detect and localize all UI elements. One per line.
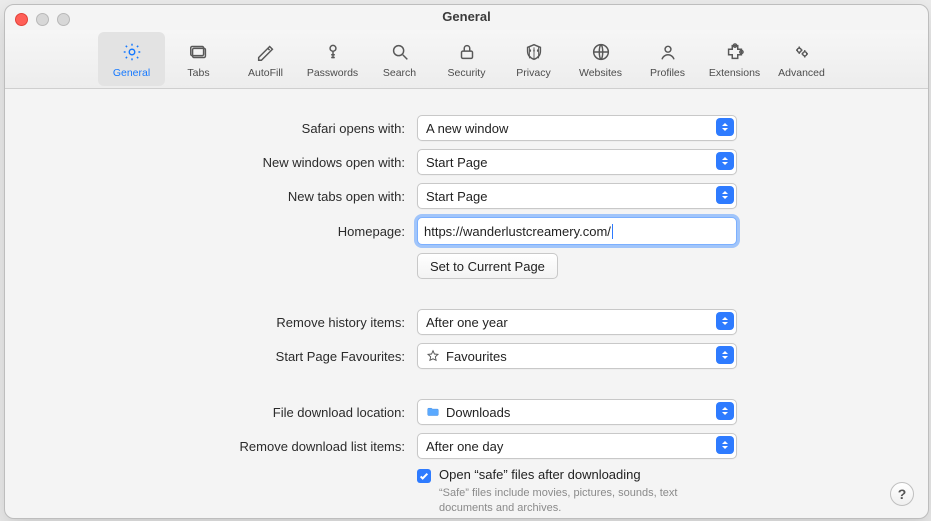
- toolbar-label: Security: [448, 67, 486, 79]
- label-download-location: File download location:: [5, 405, 405, 420]
- toolbar-autofill[interactable]: AutoFill: [232, 32, 299, 86]
- profiles-icon: [655, 39, 681, 65]
- folder-icon: [426, 405, 440, 419]
- label-new-tabs: New tabs open with:: [5, 189, 405, 204]
- open-safe-checkbox[interactable]: [417, 469, 431, 483]
- preferences-window: General General Tabs AutoFill Passwords Sear…: [4, 4, 929, 519]
- window-title: General: [5, 9, 928, 24]
- security-icon: [454, 39, 480, 65]
- popup-value: A new window: [426, 121, 508, 136]
- popup-value: After one year: [426, 315, 508, 330]
- popup-remove-downloads[interactable]: After one day: [417, 433, 737, 459]
- toolbar-passwords[interactable]: Passwords: [299, 32, 366, 86]
- general-pane: Safari opens with: A new window New wind…: [5, 89, 928, 518]
- label-remove-history: Remove history items:: [5, 315, 405, 330]
- stepper-arrows-icon: [716, 118, 734, 136]
- preferences-toolbar: General Tabs AutoFill Passwords Search Securi…: [5, 30, 928, 89]
- stepper-arrows-icon: [716, 436, 734, 454]
- tabs-icon: [186, 39, 212, 65]
- toolbar-label: Profiles: [650, 67, 685, 79]
- popup-download-location[interactable]: Downloads: [417, 399, 737, 425]
- toolbar-websites[interactable]: Websites: [567, 32, 634, 86]
- toolbar-search[interactable]: Search: [366, 32, 433, 86]
- homepage-value: https://wanderlustcreamery.com/: [424, 224, 611, 239]
- toolbar-label: Passwords: [307, 67, 358, 79]
- search-icon: [387, 39, 413, 65]
- stepper-arrows-icon: [716, 346, 734, 364]
- help-button[interactable]: ?: [890, 482, 914, 506]
- toolbar-label: Advanced: [778, 67, 825, 79]
- popup-new-windows[interactable]: Start Page: [417, 149, 737, 175]
- passwords-icon: [320, 39, 346, 65]
- autofill-icon: [253, 39, 279, 65]
- websites-icon: [588, 39, 614, 65]
- toolbar-label: Privacy: [516, 67, 550, 79]
- extensions-icon: [722, 39, 748, 65]
- popup-opens-with[interactable]: A new window: [417, 115, 737, 141]
- popup-value: Favourites: [446, 349, 507, 364]
- toolbar-label: Tabs: [187, 67, 209, 79]
- stepper-arrows-icon: [716, 186, 734, 204]
- advanced-icon: [789, 39, 815, 65]
- homepage-field[interactable]: https://wanderlustcreamery.com/: [417, 217, 737, 245]
- star-icon: [426, 349, 440, 363]
- toolbar-label: AutoFill: [248, 67, 283, 79]
- toolbar-profiles[interactable]: Profiles: [634, 32, 701, 86]
- toolbar-privacy[interactable]: Privacy: [500, 32, 567, 86]
- set-to-current-page-button[interactable]: Set to Current Page: [417, 253, 558, 279]
- titlebar: General: [5, 5, 928, 30]
- popup-remove-history[interactable]: After one year: [417, 309, 737, 335]
- popup-value: Start Page: [426, 189, 487, 204]
- toolbar-tabs[interactable]: Tabs: [165, 32, 232, 86]
- privacy-icon: [521, 39, 547, 65]
- popup-new-tabs[interactable]: Start Page: [417, 183, 737, 209]
- toolbar-extensions[interactable]: Extensions: [701, 32, 768, 86]
- popup-value: Downloads: [446, 405, 510, 420]
- open-safe-subtext: “Safe” files include movies, pictures, s…: [439, 486, 709, 516]
- label-new-windows: New windows open with:: [5, 155, 405, 170]
- popup-favourites[interactable]: Favourites: [417, 343, 737, 369]
- general-icon: [119, 39, 145, 65]
- toolbar-label: Extensions: [709, 67, 760, 79]
- popup-value: After one day: [426, 439, 503, 454]
- open-safe-label: Open “safe” files after downloading: [439, 467, 709, 482]
- toolbar-label: Websites: [579, 67, 622, 79]
- toolbar-security[interactable]: Security: [433, 32, 500, 86]
- open-safe-text-block: Open “safe” files after downloading “Saf…: [439, 467, 709, 516]
- label-opens-with: Safari opens with:: [5, 121, 405, 136]
- toolbar-label: General: [113, 67, 150, 79]
- text-caret: [612, 224, 613, 239]
- popup-value: Start Page: [426, 155, 487, 170]
- label-favourites: Start Page Favourites:: [5, 349, 405, 364]
- label-remove-downloads: Remove download list items:: [5, 439, 405, 454]
- stepper-arrows-icon: [716, 152, 734, 170]
- stepper-arrows-icon: [716, 402, 734, 420]
- toolbar-general[interactable]: General: [98, 32, 165, 86]
- toolbar-advanced[interactable]: Advanced: [768, 32, 835, 86]
- stepper-arrows-icon: [716, 312, 734, 330]
- toolbar-label: Search: [383, 67, 416, 79]
- label-homepage: Homepage:: [5, 224, 405, 239]
